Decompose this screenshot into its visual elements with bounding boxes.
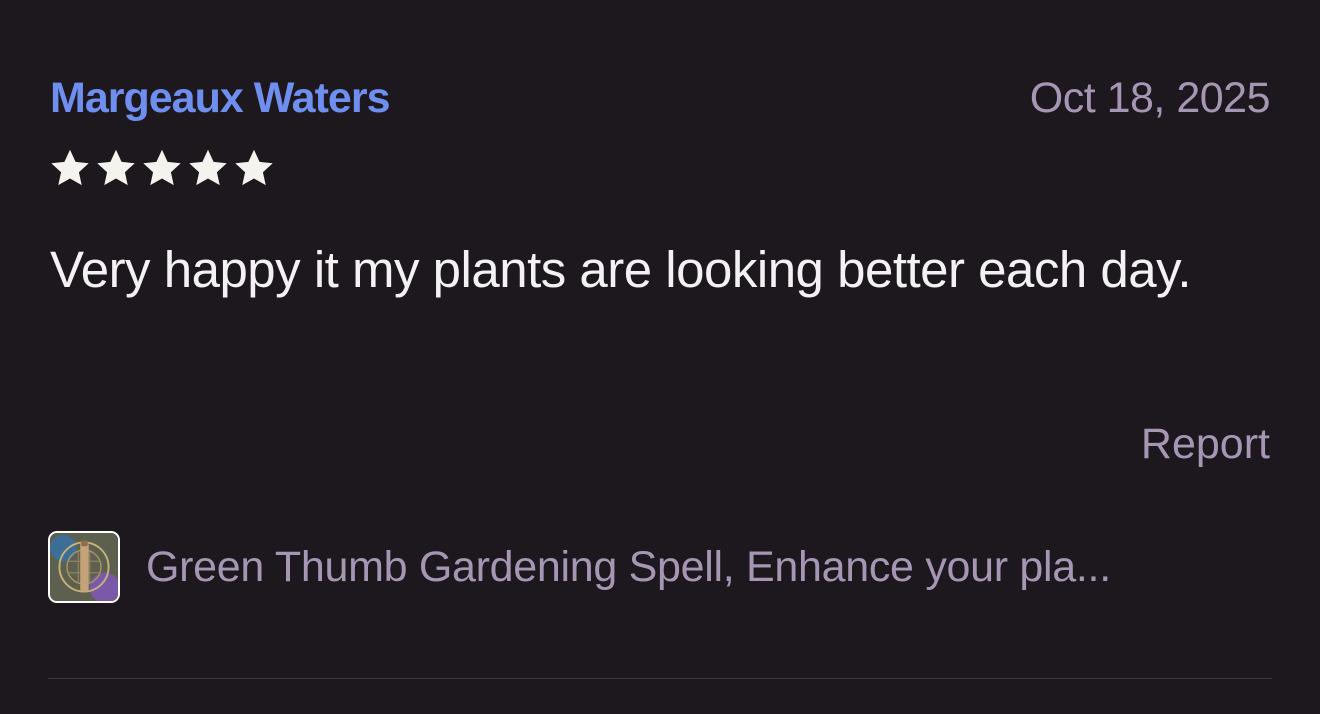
star-icon (48, 147, 92, 189)
review-card: Margeaux Waters Oct 18, 2025 Very happy … (0, 0, 1320, 714)
listing-thumbnail (48, 531, 120, 603)
review-date: Oct 18, 2025 (1029, 74, 1271, 122)
listing-title: Green Thumb Gardening Spell, Enhance you… (146, 542, 1111, 591)
star-icon (94, 147, 138, 189)
star-rating (48, 147, 276, 189)
star-icon (232, 147, 276, 189)
reviewer-name-link[interactable]: Margeaux Waters (50, 74, 390, 123)
star-icon (186, 147, 230, 189)
star-icon (140, 147, 184, 189)
report-link[interactable]: Report (1141, 420, 1270, 469)
listing-link[interactable]: Green Thumb Gardening Spell, Enhance you… (48, 531, 1111, 603)
divider (48, 678, 1272, 679)
review-text: Very happy it my plants are looking bett… (50, 241, 1192, 298)
